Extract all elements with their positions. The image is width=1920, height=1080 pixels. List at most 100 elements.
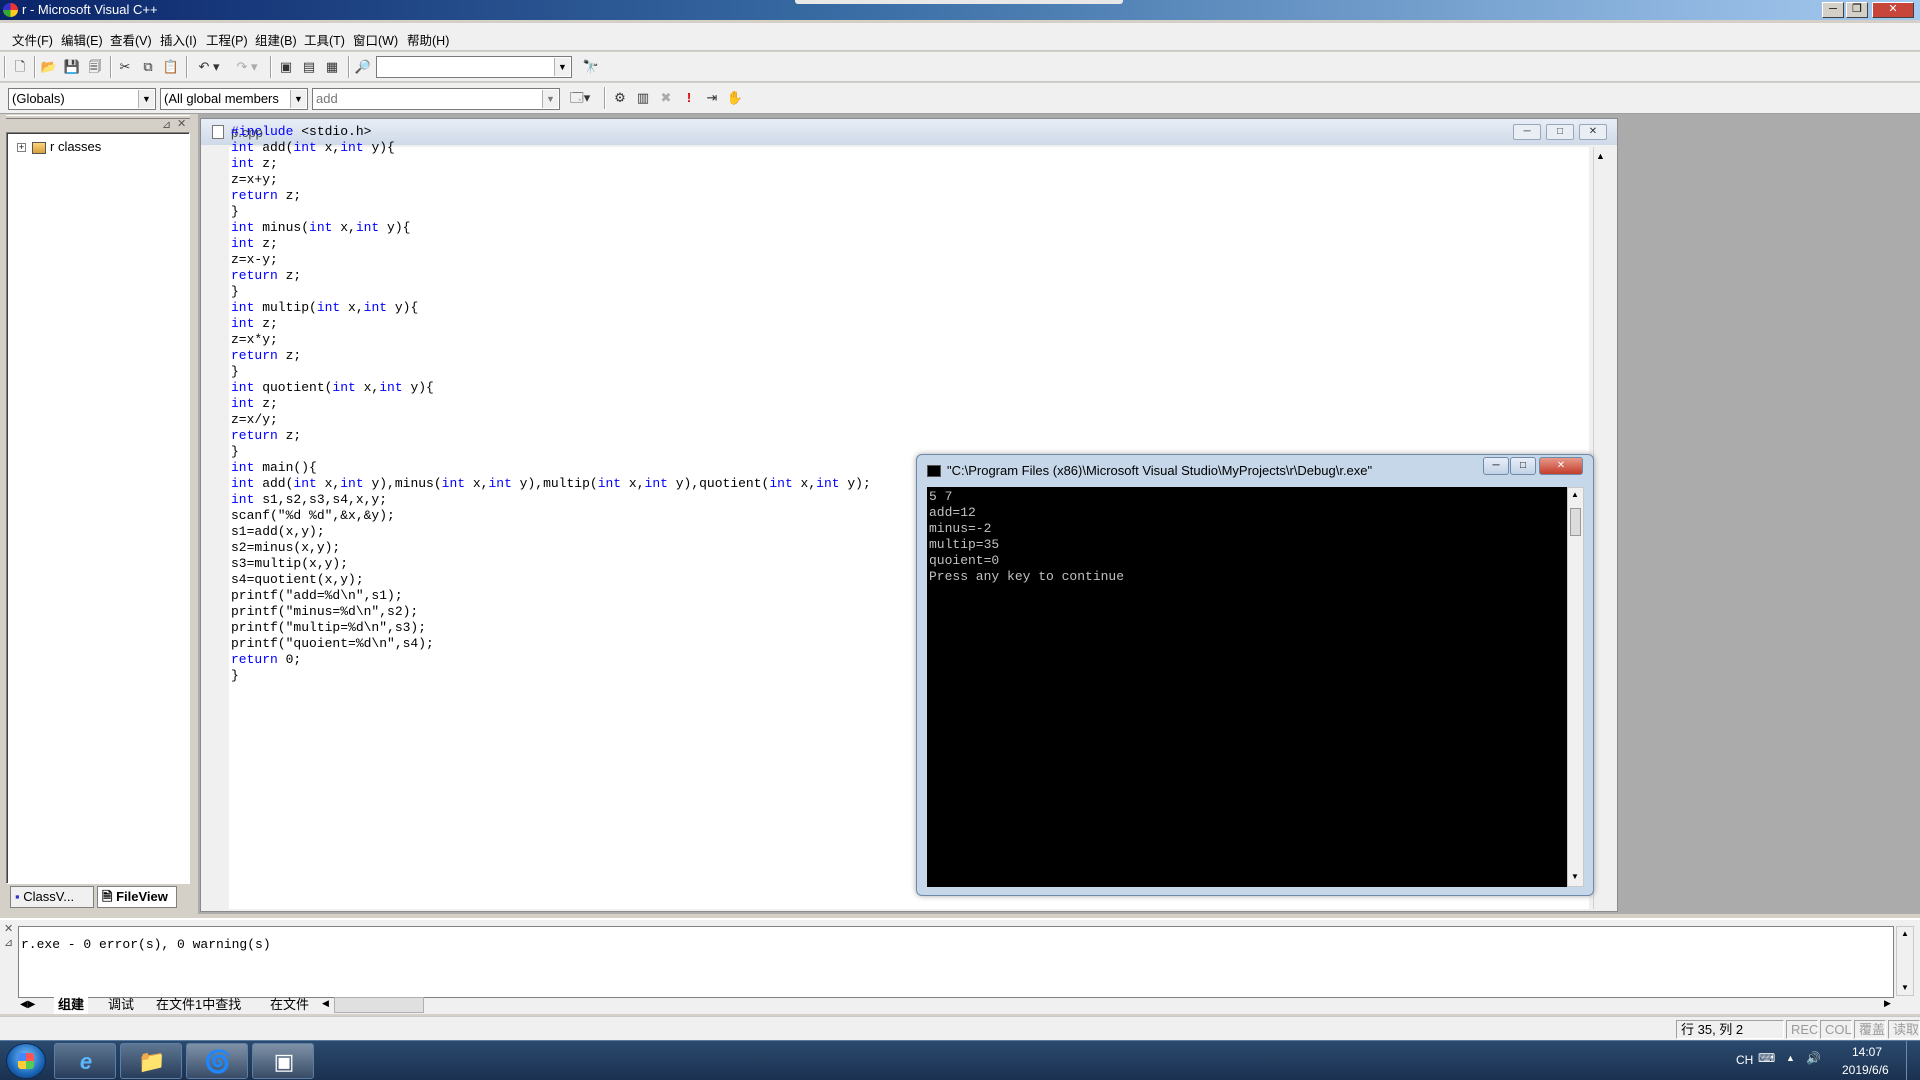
menu-insert[interactable]: 插入(I): [160, 30, 197, 49]
code-line[interactable]: s4=quotient(x,y);: [231, 572, 871, 588]
taskbar-ie-button[interactable]: e: [54, 1043, 116, 1079]
code-line[interactable]: s2=minus(x,y);: [231, 540, 871, 556]
execute-icon[interactable]: !: [678, 87, 700, 109]
output-hscroll[interactable]: [334, 997, 424, 1013]
output-close-icon[interactable]: ✕: [4, 922, 13, 935]
scroll-up-icon[interactable]: ▲: [1571, 490, 1579, 499]
show-desktop-button[interactable]: [1906, 1041, 1920, 1080]
code-line[interactable]: int z;: [231, 316, 871, 332]
tab-classview[interactable]: ▪ ClassV...: [10, 886, 94, 908]
redo-icon[interactable]: ↷ ▾: [229, 56, 265, 78]
output-tab-build[interactable]: 组建: [54, 996, 89, 1014]
output-text[interactable]: r.exe - 0 error(s), 0 warning(s): [18, 926, 1894, 998]
window-list-icon[interactable]: ▦: [321, 56, 343, 78]
console-maximize-button[interactable]: □: [1510, 457, 1536, 475]
scroll-up-icon[interactable]: ▲: [1901, 929, 1909, 938]
code-line[interactable]: return z;: [231, 348, 871, 364]
find-icon[interactable]: 🔭: [580, 56, 602, 78]
taskbar-explorer-button[interactable]: 📁: [120, 1043, 182, 1079]
tab-fileview[interactable]: 🗎 FileView: [97, 886, 177, 908]
source-code[interactable]: #include <stdio.h> int add(int x,int y){i…: [231, 124, 871, 684]
code-line[interactable]: return 0;: [231, 652, 871, 668]
menu-view[interactable]: 查看(V): [110, 30, 152, 49]
code-line[interactable]: int z;: [231, 396, 871, 412]
input-language[interactable]: CH: [1736, 1053, 1753, 1067]
save-icon[interactable]: 💾: [61, 56, 83, 78]
editor-gutter[interactable]: [205, 147, 229, 909]
clock-date[interactable]: 2019/6/6: [1842, 1063, 1889, 1077]
code-line[interactable]: printf("minus=%d\n",s2);: [231, 604, 871, 620]
output-tab-find2[interactable]: 在文件: [270, 996, 309, 1014]
stop-build-icon[interactable]: ✖: [655, 87, 677, 109]
scroll-down-icon[interactable]: ▼: [1571, 872, 1579, 881]
menu-help[interactable]: 帮助(H): [407, 30, 449, 49]
clock-time[interactable]: 14:07: [1852, 1045, 1882, 1059]
function-combo[interactable]: add ▼: [312, 88, 560, 110]
console-scroll-thumb[interactable]: [1570, 508, 1581, 536]
chevron-down-icon[interactable]: ▼: [554, 58, 570, 76]
code-line[interactable]: int s1,s2,s3,s4,x,y;: [231, 492, 871, 508]
code-line[interactable]: return z;: [231, 188, 871, 204]
menu-project[interactable]: 工程(P): [206, 30, 248, 49]
code-line[interactable]: printf("add=%d\n",s1);: [231, 588, 871, 604]
workspace-dock-icon[interactable]: ⊿: [162, 118, 171, 131]
menu-window[interactable]: 窗口(W): [353, 30, 398, 49]
editor-vertical-scrollbar[interactable]: ▲: [1593, 147, 1611, 909]
chevron-down-icon[interactable]: ▼: [138, 90, 154, 108]
open-folder-icon[interactable]: 📂: [38, 56, 60, 78]
output-window-icon[interactable]: ▤: [298, 56, 320, 78]
code-line[interactable]: printf("multip=%d\n",s3);: [231, 620, 871, 636]
code-line[interactable]: int multip(int x,int y){: [231, 300, 871, 316]
build-icon[interactable]: ▥: [632, 87, 654, 109]
workspace-close-icon[interactable]: ✕: [177, 117, 186, 130]
start-button[interactable]: [6, 1043, 46, 1079]
workspace-icon[interactable]: ▣: [275, 56, 297, 78]
code-line[interactable]: return z;: [231, 268, 871, 284]
console-minimize-button[interactable]: ─: [1483, 457, 1509, 475]
output-scrollbar[interactable]: ▲ ▼: [1896, 926, 1914, 996]
tree-item-classes[interactable]: + r classes: [17, 139, 101, 154]
doc-maximize-button[interactable]: □: [1546, 124, 1574, 140]
chevron-down-icon[interactable]: ▼: [290, 90, 306, 108]
breakpoint-hand-icon[interactable]: ✋: [724, 87, 746, 109]
go-icon[interactable]: ⇥: [701, 87, 723, 109]
code-line[interactable]: int add(int x,int y){: [231, 140, 871, 156]
code-line[interactable]: }: [231, 364, 871, 380]
keyboard-icon[interactable]: ⌨: [1758, 1051, 1775, 1065]
menu-build[interactable]: 组建(B): [255, 30, 297, 49]
scroll-down-icon[interactable]: ▼: [1901, 983, 1909, 992]
code-line[interactable]: int z;: [231, 156, 871, 172]
output-dock-icon[interactable]: ⊿: [4, 936, 13, 949]
scope-combo[interactable]: (Globals) ▼: [8, 88, 156, 110]
code-line[interactable]: }: [231, 444, 871, 460]
doc-close-button[interactable]: ✕: [1579, 124, 1607, 140]
expand-icon[interactable]: +: [17, 143, 26, 153]
console-output[interactable]: 5 7 add=12 minus=-2 multip=35 quoient=0 Press…: [927, 487, 1567, 887]
code-line[interactable]: z=x-y;: [231, 252, 871, 268]
taskbar-vc-button[interactable]: 🌀: [186, 1043, 248, 1079]
save-all-icon[interactable]: 🗐: [84, 56, 106, 78]
code-line[interactable]: z=x*y;: [231, 332, 871, 348]
chevron-down-icon[interactable]: ▼: [542, 90, 558, 108]
taskbar-console-button[interactable]: ▣: [252, 1043, 314, 1079]
new-file-icon[interactable]: 🗋: [9, 56, 31, 78]
tab-scroll-left-icon[interactable]: ◀: [322, 998, 329, 1009]
volume-icon[interactable]: 🔊: [1806, 1051, 1821, 1065]
minimize-button[interactable]: ─: [1822, 2, 1844, 18]
code-line[interactable]: printf("quoient=%d\n",s4);: [231, 636, 871, 652]
code-line[interactable]: int main(){: [231, 460, 871, 476]
maximize-button[interactable]: ❐: [1846, 2, 1868, 18]
console-close-button[interactable]: ✕: [1539, 457, 1583, 475]
find-combo[interactable]: ▼: [376, 56, 572, 78]
code-line[interactable]: return z;: [231, 428, 871, 444]
cut-icon[interactable]: ✂: [114, 56, 136, 78]
code-line[interactable]: s1=add(x,y);: [231, 524, 871, 540]
doc-minimize-button[interactable]: ─: [1513, 124, 1541, 140]
show-hidden-icons-icon[interactable]: ▲: [1786, 1053, 1795, 1063]
code-line[interactable]: #include <stdio.h>: [231, 124, 871, 140]
find-in-files-icon[interactable]: 🔎: [352, 56, 374, 78]
console-scrollbar[interactable]: ▲ ▼: [1567, 487, 1584, 887]
members-combo[interactable]: (All global members ▼: [160, 88, 308, 110]
scroll-up-icon[interactable]: ▲: [1596, 151, 1605, 161]
code-line[interactable]: s3=multip(x,y);: [231, 556, 871, 572]
